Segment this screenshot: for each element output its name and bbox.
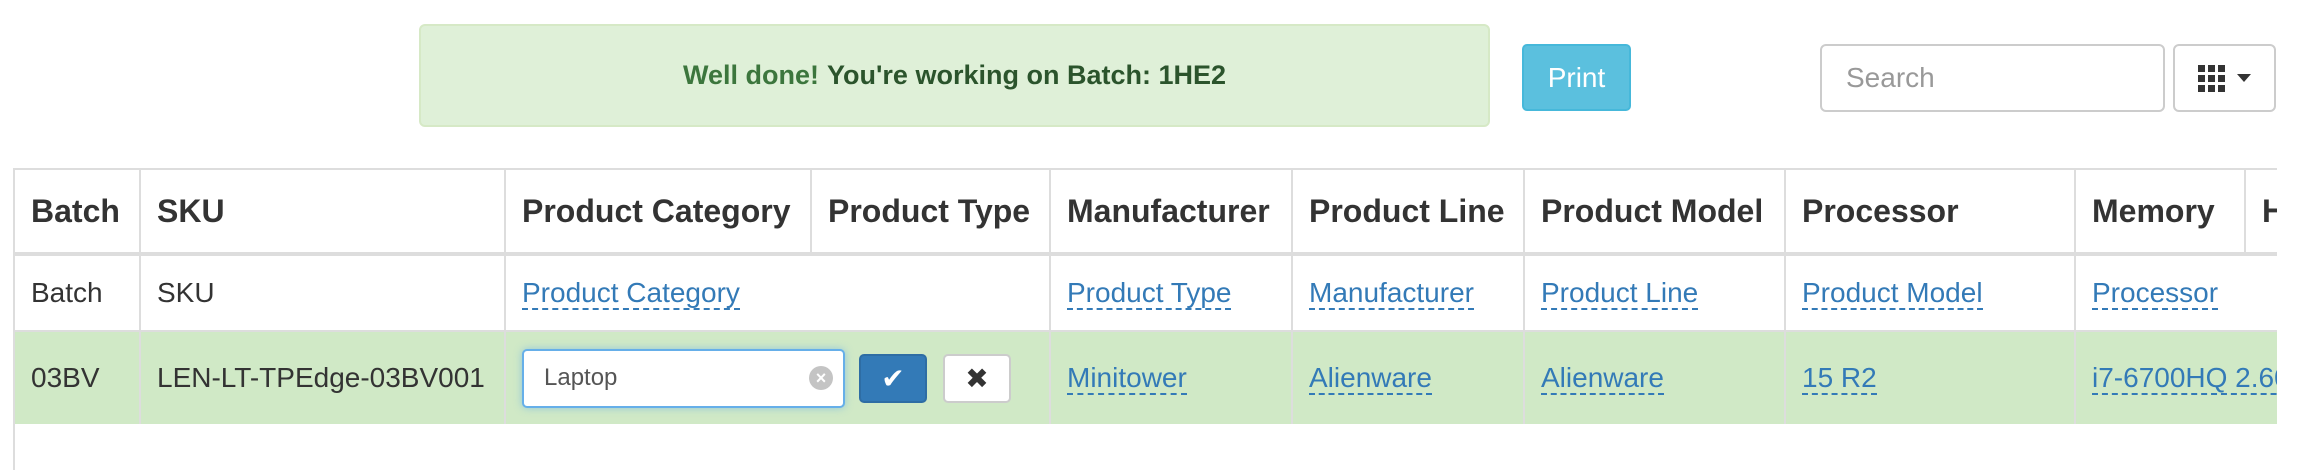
filter-product-type[interactable]: Product Type (1067, 277, 1232, 310)
product-category-input[interactable] (524, 364, 824, 392)
header-batch[interactable]: Batch (15, 170, 140, 256)
processor-link[interactable]: i7-6700HQ 2.60GHz (2092, 362, 2277, 395)
filter-manufacturer[interactable]: Manufacturer (1309, 277, 1474, 310)
search-input[interactable] (1820, 44, 2165, 112)
editor-cancel-button[interactable]: ✖ (943, 353, 1011, 403)
alert-message: You're working on Batch: 1HE2 (827, 60, 1226, 90)
header-processor[interactable]: Processor (1784, 170, 2075, 256)
clear-circle-icon[interactable]: × (809, 366, 833, 390)
print-button[interactable]: Print (1522, 44, 1631, 111)
filter-row: Batch SKU Product Category Product Type … (15, 254, 2277, 332)
filter-product-model[interactable]: Product Model (1802, 277, 1983, 310)
page: Well done! You're working on Batch: 1HE2… (0, 0, 2302, 470)
cell-batch: 03BV (15, 331, 140, 424)
caret-down-icon (2237, 74, 2251, 82)
header-manufacturer[interactable]: Manufacturer (1049, 170, 1292, 256)
header-product-type[interactable]: Product Type (810, 170, 1050, 256)
batch-alert: Well done! You're working on Batch: 1HE2 (419, 24, 1490, 127)
filter-product-line-cell: Product Line (1523, 254, 1785, 332)
filter-batch: Batch (15, 254, 140, 332)
batch-table: Batch SKU Product Category Product Type … (13, 168, 2277, 470)
filter-product-category[interactable]: Product Category (522, 277, 740, 310)
header-product-line[interactable]: Product Line (1291, 170, 1524, 256)
manufacturer-link[interactable]: Alienware (1309, 362, 1432, 395)
header-product-category[interactable]: Product Category (504, 170, 811, 256)
cell-manufacturer: Alienware (1291, 331, 1524, 424)
product-category-field: × (522, 348, 845, 408)
product-model-link[interactable]: 15 R2 (1802, 362, 1877, 395)
cell-product-model: 15 R2 (1784, 331, 2075, 424)
cell-product-line: Alienware (1523, 331, 1785, 424)
product-type-link[interactable]: Minitower (1067, 362, 1187, 395)
filter-product-model-cell: Product Model (1784, 254, 2075, 332)
filter-manufacturer-cell: Manufacturer (1291, 254, 1524, 332)
filter-processor[interactable]: Processor (2092, 277, 2219, 310)
header-product-model[interactable]: Product Model (1523, 170, 1785, 256)
cell-processor: i7-6700HQ 2.60GHz (2074, 331, 2277, 424)
product-category-editor: × ✔ ✖ (522, 348, 1033, 408)
grid-icon (2198, 64, 2225, 92)
editor-submit-button[interactable]: ✔ (859, 353, 927, 403)
cell-sku: LEN-LT-TPEdge-03BV001 (139, 331, 505, 424)
product-line-link[interactable]: Alienware (1541, 362, 1664, 395)
check-icon: ✔ (881, 362, 905, 394)
filter-processor-cell: Processor (2074, 254, 2277, 332)
empty-cell (15, 424, 2277, 470)
cell-product-type: Minitower (1049, 331, 1292, 424)
header-hdd[interactable]: HDD (2244, 170, 2277, 256)
close-icon: ✖ (965, 362, 989, 394)
header-row: Batch SKU Product Category Product Type … (15, 170, 2277, 256)
cell-product-category: × ✔ ✖ (504, 331, 1050, 424)
filter-product-category-cell: Product Category (504, 254, 1050, 332)
filter-product-line[interactable]: Product Line (1541, 277, 1699, 310)
filter-product-type-cell: Product Type (1049, 254, 1292, 332)
header-sku[interactable]: SKU (139, 170, 505, 256)
alert-strong-text: Well done! (683, 60, 820, 90)
empty-row (15, 424, 2277, 470)
header-memory[interactable]: Memory (2074, 170, 2245, 256)
filter-sku: SKU (139, 254, 505, 332)
columns-toggle-button[interactable] (2173, 44, 2276, 112)
table-row: 03BV LEN-LT-TPEdge-03BV001 × ✔ (15, 331, 2277, 424)
